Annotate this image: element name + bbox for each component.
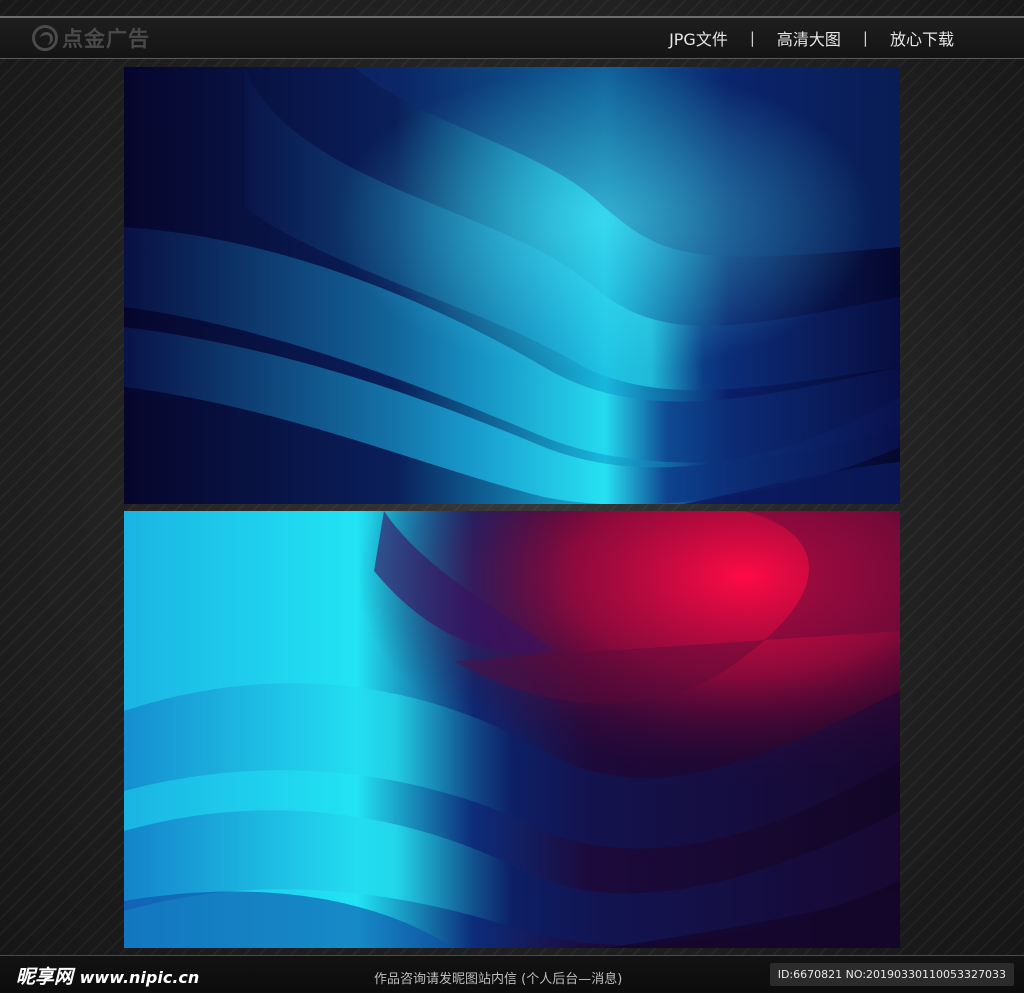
logo-icon <box>32 25 58 51</box>
nav-separator: | <box>749 29 755 47</box>
site-watermark: 昵享网 www.nipic.cn <box>16 962 199 989</box>
watermark-logo: 点金广告 <box>32 24 150 52</box>
nav-item-download[interactable]: 放心下载 <box>886 26 958 50</box>
contact-note: 作品咨询请发昵图站内信 (个人后台—消息) <box>374 972 623 987</box>
footer-bar: 昵享网 www.nipic.cn 作品咨询请发昵图站内信 (个人后台—消息) I… <box>0 955 1024 993</box>
page: 点金广告 JPG文件 | 高清大图 | 放心下载 昵享网 www.nipic.c… <box>0 0 1024 993</box>
nav-item-hd-image[interactable]: 高清大图 <box>773 26 845 50</box>
preview-image-2 <box>124 511 900 948</box>
preview-image-1 <box>124 67 900 504</box>
image-id-badge: ID:6670821 NO:20190330110053327033 <box>769 963 1014 986</box>
header-nav: JPG文件 | 高清大图 | 放心下载 <box>665 18 958 58</box>
header-bar: 点金广告 JPG文件 | 高清大图 | 放心下载 <box>0 18 1024 59</box>
nav-item-jpg-file[interactable]: JPG文件 <box>665 26 732 50</box>
site-url[interactable]: www.nipic.cn <box>80 968 200 987</box>
brand-name: 昵享网 <box>16 966 74 988</box>
nav-separator: | <box>862 29 868 47</box>
logo-text: 点金广告 <box>62 27 150 51</box>
